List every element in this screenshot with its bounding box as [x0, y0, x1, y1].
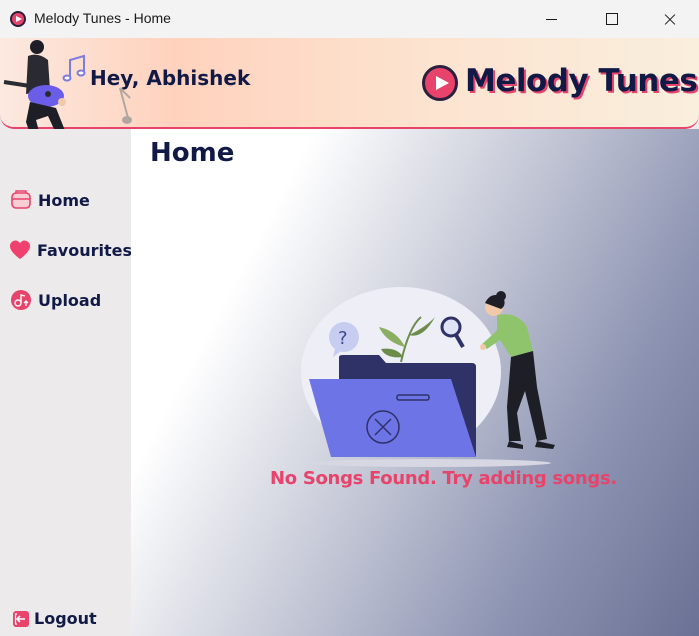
home-icon [11, 190, 31, 209]
maximize-button[interactable] [582, 0, 640, 38]
empty-state-illustration: ? [301, 287, 555, 467]
close-button[interactable] [641, 0, 699, 38]
page-title: Home [150, 138, 235, 168]
window-title: Melody Tunes - Home [34, 10, 171, 26]
svg-text:?: ? [338, 328, 348, 349]
brand-play-icon [422, 65, 458, 101]
logout-button[interactable]: Logout [12, 609, 97, 628]
empty-state-message: No Songs Found. Try adding songs. [270, 468, 617, 489]
heart-icon [10, 240, 30, 259]
logout-label: Logout [34, 609, 97, 628]
sidebar-item-home[interactable]: Home [10, 189, 90, 211]
sidebar-item-upload[interactable]: Upload [10, 289, 101, 311]
sidebar-item-favourites[interactable]: Favourites [9, 239, 132, 261]
sidebar: Home Favourites Upload Logout [0, 129, 132, 636]
app-logo-icon [10, 11, 26, 27]
main-content: Home ? No Songs Found. Try adding songs. [131, 129, 699, 636]
sidebar-item-label: Upload [38, 290, 102, 310]
music-note-icon [119, 87, 132, 124]
sidebar-item-label: Home [38, 190, 90, 210]
title-bar: Melody Tunes - Home [0, 0, 699, 38]
music-note-icon [62, 54, 86, 82]
brand-name: Melody Tunes [465, 63, 698, 99]
sidebar-item-label: Favourites [37, 240, 132, 260]
logout-icon [13, 610, 29, 627]
minimize-button[interactable] [523, 0, 581, 38]
upload-icon [11, 290, 31, 310]
